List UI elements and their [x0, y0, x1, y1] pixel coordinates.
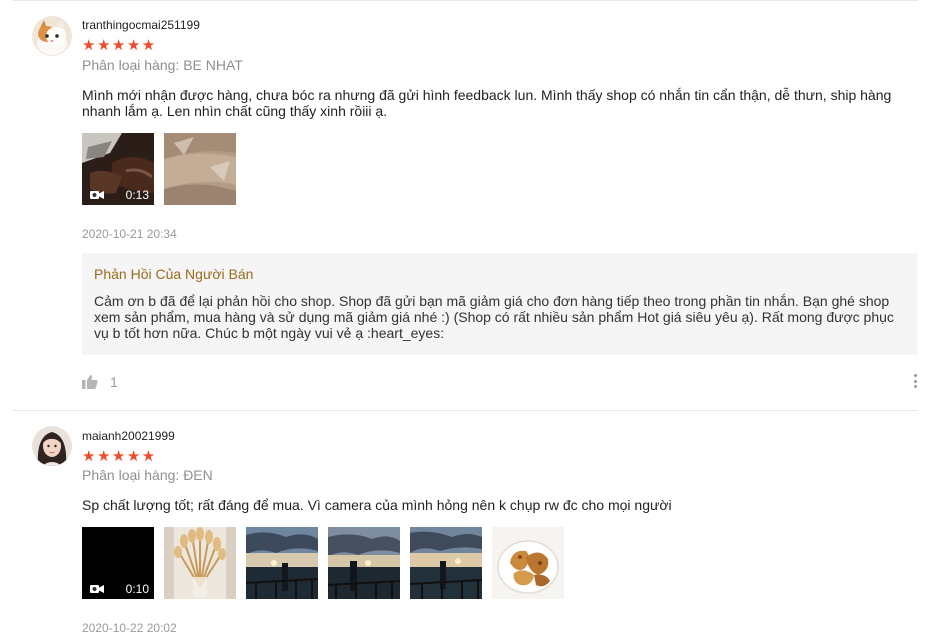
reviewer-username[interactable]: maianh20021999 [82, 429, 175, 443]
reviewer-username[interactable]: tranthingocmai251199 [82, 18, 200, 32]
review-image-thumbnail[interactable] [246, 527, 318, 599]
video-duration-badge: 0:13 [82, 185, 154, 205]
review-media: 0:10 [82, 527, 564, 599]
review-image-thumbnail[interactable] [492, 527, 564, 599]
review-item: tranthingocmai251199 ★★★★★ Phân loại hàn… [0, 0, 938, 410]
review-video-thumbnail[interactable]: 0:13 [82, 133, 154, 205]
rating-stars: ★★★★★ [82, 448, 157, 465]
seller-reply-title: Phản Hồi Của Người Bán [94, 266, 254, 282]
rating-stars: ★★★★★ [82, 37, 157, 54]
review-video-thumbnail[interactable]: 0:10 [82, 527, 154, 599]
review-item: maianh20021999 ★★★★★ Phân loại hàng: ĐEN… [0, 411, 938, 639]
video-camera-icon [90, 190, 104, 200]
video-duration: 0:13 [125, 188, 149, 202]
avatar[interactable] [32, 16, 72, 56]
video-duration-badge: 0:10 [82, 579, 154, 599]
avatar[interactable] [32, 426, 72, 466]
more-vertical-icon[interactable] [912, 374, 918, 390]
review-comment: Sp chất lượng tốt; rất đáng để mua. Vì c… [82, 497, 672, 513]
like-count: 1 [110, 374, 118, 390]
review-comment: Mình mới nhận được hàng, chưa bóc ra như… [82, 87, 892, 119]
product-variation: Phân loại hàng: ĐEN [82, 467, 213, 483]
seller-reply-text: Cảm ơn b đã để lại phản hồi cho shop. Sh… [94, 293, 894, 341]
like-row: 1 [82, 374, 118, 390]
video-camera-icon [90, 584, 104, 594]
review-media: 0:13 [82, 133, 236, 205]
review-image-thumbnail[interactable] [328, 527, 400, 599]
video-duration: 0:10 [125, 582, 149, 596]
review-image-thumbnail[interactable] [410, 527, 482, 599]
review-timestamp: 2020-10-21 20:34 [82, 227, 177, 241]
review-image-thumbnail[interactable] [164, 527, 236, 599]
thumbs-up-icon[interactable] [82, 375, 98, 389]
review-timestamp: 2020-10-22 20:02 [82, 621, 177, 635]
review-image-thumbnail[interactable] [164, 133, 236, 205]
product-variation: Phân loại hàng: BE NHAT [82, 57, 243, 73]
seller-reply: Phản Hồi Của Người Bán Cảm ơn b đã để lạ… [82, 253, 917, 355]
